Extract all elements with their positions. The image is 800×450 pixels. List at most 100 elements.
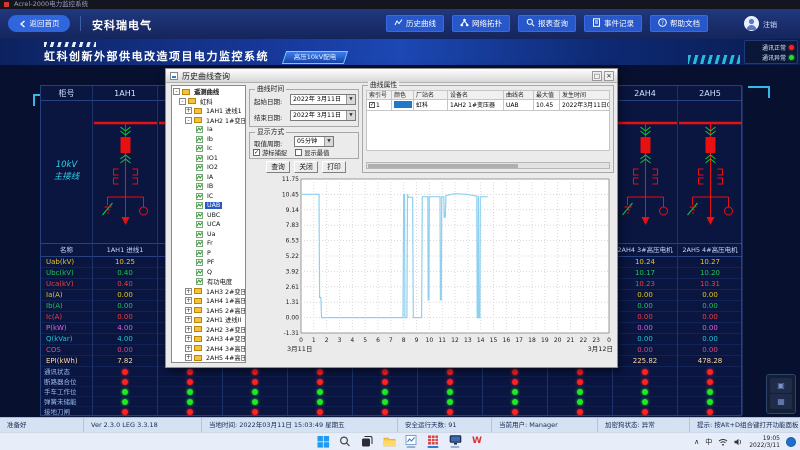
taskbar-clock[interactable]: 19:05 2022/3/11 bbox=[749, 435, 780, 449]
avatar[interactable] bbox=[744, 16, 759, 31]
tree-item[interactable]: +1AH3 2#变压器 bbox=[172, 287, 245, 297]
tree-item[interactable]: Ib bbox=[172, 135, 245, 145]
bay-diagram-2AH4[interactable] bbox=[613, 101, 677, 244]
tree-item[interactable]: IB bbox=[172, 182, 245, 192]
tree-item[interactable]: Ic bbox=[172, 144, 245, 154]
tree-item[interactable]: -1AH2 1#变压器 bbox=[172, 116, 245, 126]
checkbox-icon[interactable] bbox=[295, 149, 302, 156]
scrollbar-thumb[interactable] bbox=[368, 164, 518, 168]
checkbox-icon[interactable]: ✓ bbox=[253, 149, 260, 156]
expand-icon[interactable]: + bbox=[185, 354, 192, 361]
end-date-select[interactable]: 2022年 3月11日▼ bbox=[290, 110, 356, 121]
props-data-row[interactable]: ✓1虹科1AH2 1#变压器UAB10.452022年3月11日01时32 bbox=[366, 100, 610, 111]
input-method-indicator[interactable]: 中 bbox=[705, 437, 712, 447]
collapse-icon[interactable]: - bbox=[179, 98, 186, 105]
notification-badge[interactable] bbox=[786, 437, 796, 447]
wifi-icon[interactable] bbox=[718, 438, 728, 446]
tray-expand-chevron[interactable]: ∧ bbox=[694, 438, 699, 446]
expand-icon[interactable]: + bbox=[185, 326, 192, 333]
tree-item[interactable]: +1AH4 1#高压电机 bbox=[172, 296, 245, 306]
tree-item[interactable]: +2AH3 4#变压器 bbox=[172, 334, 245, 344]
tree-item[interactable]: +1AH1 进线1 bbox=[172, 106, 245, 116]
tree-item[interactable]: +2AH2 3#变压器 bbox=[172, 325, 245, 335]
logout-button[interactable]: 注销 bbox=[763, 20, 777, 30]
tree-item[interactable]: IC bbox=[172, 192, 245, 202]
tree-item[interactable]: Ua bbox=[172, 230, 245, 240]
widget-button-bottom[interactable]: ▦ bbox=[770, 394, 792, 409]
display-checkboxes: ✓游标捕捉显示最值 bbox=[253, 148, 329, 157]
widget-button-top[interactable]: ▣ bbox=[770, 378, 792, 393]
active-app-icon[interactable] bbox=[427, 435, 440, 449]
status-version: Ver 2.3.0 LEG 3.3.18 bbox=[84, 418, 202, 432]
history-curve-chart[interactable]: 11.7510.459.147.836.535.223.922.611.310.… bbox=[281, 175, 615, 363]
tree-item[interactable]: +2AH4 3#高压电机 bbox=[172, 344, 245, 354]
expand-icon[interactable]: + bbox=[185, 288, 192, 295]
dialog-close-button[interactable]: ✕ bbox=[604, 71, 614, 81]
task-view-icon[interactable] bbox=[361, 435, 374, 449]
expand-icon[interactable]: + bbox=[185, 316, 192, 323]
row-checkbox[interactable]: ✓ bbox=[369, 102, 375, 108]
expand-icon[interactable]: + bbox=[185, 335, 192, 342]
chevron-down-icon[interactable]: ▼ bbox=[346, 111, 355, 120]
collapse-icon[interactable]: - bbox=[173, 88, 180, 95]
print-button[interactable]: 打印 bbox=[322, 161, 346, 173]
status-ready: 准备好 bbox=[0, 418, 84, 432]
tree-item[interactable]: Q bbox=[172, 268, 245, 278]
back-home-button[interactable]: 返回首页 bbox=[8, 15, 70, 32]
nav-events-button[interactable]: 事件记录 bbox=[584, 15, 642, 32]
close-button[interactable]: 关闭 bbox=[294, 161, 318, 173]
tree-item[interactable]: Fr bbox=[172, 239, 245, 249]
monitor-app-icon[interactable] bbox=[449, 435, 462, 449]
nav-help-button[interactable]: ?帮助文档 bbox=[650, 15, 708, 32]
period-select[interactable]: 05分钟▼ bbox=[294, 136, 334, 147]
expand-icon[interactable]: + bbox=[185, 107, 192, 114]
param-value: 0.00 bbox=[613, 290, 677, 301]
tree-item[interactable]: -遥测曲线 bbox=[172, 87, 245, 97]
wps-app-icon[interactable]: W bbox=[471, 435, 484, 449]
status-row-label: 通讯状态 bbox=[41, 367, 92, 377]
tree-item-label: UBC bbox=[205, 212, 222, 219]
start-button[interactable] bbox=[317, 435, 330, 449]
status-hint: 提示: 按Alt+D组合键打开功能面板 bbox=[690, 418, 800, 432]
bay-id-2AH5: 2AH5 bbox=[678, 86, 742, 101]
tree-item[interactable]: 有功电度 bbox=[172, 277, 245, 287]
nav-topology-button[interactable]: 网络拓扑 bbox=[452, 15, 510, 32]
svg-text:21: 21 bbox=[567, 337, 575, 344]
nav-reports-button[interactable]: 报表查询 bbox=[518, 15, 576, 32]
tree-item[interactable]: UAB bbox=[172, 201, 245, 211]
bay-diagram-2AH5[interactable] bbox=[678, 101, 742, 244]
tree-item[interactable]: IO2 bbox=[172, 163, 245, 173]
expand-icon[interactable]: + bbox=[185, 297, 192, 304]
checkbox-checked[interactable]: ✓游标捕捉 bbox=[253, 148, 287, 157]
chevron-down-icon[interactable]: ▼ bbox=[324, 137, 333, 146]
tree-item[interactable]: Ia bbox=[172, 125, 245, 135]
horizontal-scrollbar[interactable] bbox=[366, 162, 610, 169]
volume-icon[interactable] bbox=[734, 438, 743, 446]
tree-item[interactable]: UCA bbox=[172, 220, 245, 230]
checkbox-unchecked[interactable]: 显示最值 bbox=[295, 148, 329, 157]
tab-hv-10kv[interactable]: 高压10kV配电 bbox=[282, 51, 348, 64]
tree-item[interactable]: PF bbox=[172, 258, 245, 268]
search-icon[interactable] bbox=[339, 435, 352, 449]
bay-diagram-1AH1[interactable] bbox=[93, 101, 157, 244]
expand-icon[interactable]: + bbox=[185, 345, 192, 352]
tree-item[interactable]: +1AH5 2#高压电机 bbox=[172, 306, 245, 316]
status-dot-cell bbox=[418, 377, 482, 387]
collapse-icon[interactable]: - bbox=[185, 117, 192, 124]
dialog-minimize-button[interactable]: □ bbox=[592, 71, 602, 81]
file-explorer-icon[interactable] bbox=[383, 435, 396, 449]
tree-item[interactable]: IA bbox=[172, 173, 245, 183]
query-button[interactable]: 查询 bbox=[266, 161, 290, 173]
curve-icon bbox=[196, 164, 203, 171]
chevron-down-icon[interactable]: ▼ bbox=[346, 95, 355, 104]
expand-icon[interactable]: + bbox=[185, 307, 192, 314]
chart-app-icon[interactable] bbox=[405, 435, 418, 449]
nav-history-button[interactable]: 历史曲线 bbox=[386, 15, 444, 32]
tree-item[interactable]: UBC bbox=[172, 211, 245, 221]
tree-item[interactable]: IO1 bbox=[172, 154, 245, 164]
start-date-select[interactable]: 2022年 3月11日▼ bbox=[290, 94, 356, 105]
tree-item[interactable]: +2AH1 进线II bbox=[172, 315, 245, 325]
tree-item[interactable]: -虹科 bbox=[172, 97, 245, 107]
tree-item[interactable]: +2AH5 4#高压电机 bbox=[172, 353, 245, 363]
tree-item[interactable]: P bbox=[172, 249, 245, 259]
